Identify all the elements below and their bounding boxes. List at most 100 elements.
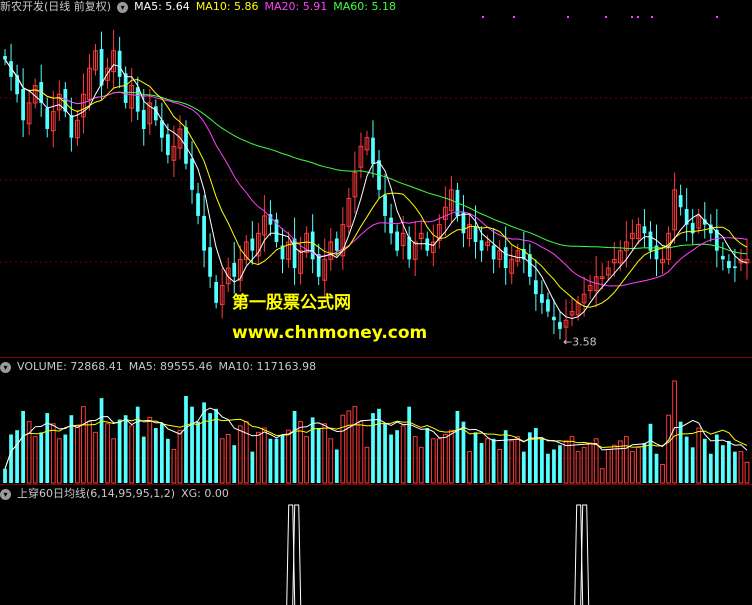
- volume-bar-up: [177, 429, 183, 484]
- volume-bar-up: [449, 429, 454, 484]
- volume-bar-down: [491, 438, 496, 483]
- candle-body-down: [733, 266, 737, 269]
- volume-bar-down: [316, 428, 321, 483]
- volume-bar-up: [256, 431, 261, 484]
- volume-bar-down: [546, 453, 550, 483]
- volume-bar-up: [87, 421, 92, 484]
- volume-bar-up: [50, 423, 56, 484]
- volume-bar-down: [99, 398, 104, 483]
- volume-bar-down: [678, 421, 683, 483]
- candle-body-down: [720, 255, 725, 260]
- volume-bar-up: [467, 451, 472, 484]
- volume-bar-down: [395, 430, 399, 483]
- signal-dot: [631, 16, 633, 18]
- candle-body-down: [533, 280, 538, 295]
- candle-body-down: [166, 134, 170, 156]
- volume-bar-up: [129, 425, 135, 484]
- candle-body-down: [232, 262, 237, 277]
- volume-bar-up: [171, 448, 177, 484]
- volume-bar-down: [455, 410, 460, 483]
- candle-body-down: [395, 231, 399, 251]
- volume-bar-down: [533, 428, 538, 483]
- candle-body-down: [540, 294, 544, 303]
- indicator-header: ▾ 上穿60日均线(6,14,95,95,1,2) XG: 0.00: [0, 487, 229, 501]
- volume-bar-down: [383, 423, 387, 483]
- volume-bar-up: [286, 429, 291, 484]
- candle-body-down: [3, 55, 7, 60]
- volume-bar-up: [225, 433, 231, 484]
- panel-separator-1: [0, 357, 752, 358]
- candle-body-down: [190, 158, 194, 190]
- candle-body-down: [558, 321, 562, 329]
- volume-bar-down: [274, 438, 279, 483]
- volume-bar-up: [364, 446, 370, 484]
- chevron-down-icon[interactable]: ▾: [0, 361, 11, 373]
- volume-bar-down: [268, 438, 273, 483]
- candle-body-down: [552, 316, 556, 321]
- candle-body-down: [727, 261, 731, 269]
- volume-bar-up: [744, 461, 750, 484]
- signal-dot: [482, 16, 484, 18]
- volume-bar-down: [334, 449, 339, 483]
- candle-body-down: [69, 115, 74, 138]
- candle-body-down: [546, 299, 550, 312]
- volume-bar-down: [123, 415, 128, 483]
- candle-body-down: [292, 238, 297, 269]
- volume-bar-down: [232, 445, 237, 483]
- volume-bar-up: [563, 440, 569, 484]
- candle-body-down: [371, 137, 375, 164]
- volume-bar-down: [184, 395, 188, 483]
- signal-dot: [651, 16, 653, 18]
- low-price-label: ←3.58: [563, 335, 597, 348]
- stock-chart[interactable]: ←3.58: [0, 0, 752, 605]
- volume-bar-up: [352, 406, 358, 484]
- volume-bar-down: [654, 453, 659, 483]
- ma20-line: [4, 59, 748, 287]
- volume-bar-down: [708, 453, 713, 483]
- volume-bar-down: [63, 434, 68, 483]
- volume-bar-down: [310, 417, 315, 483]
- volume-bar-down: [3, 468, 7, 483]
- volume-ma5-line: [4, 407, 748, 469]
- volume-bar-up: [400, 425, 406, 484]
- volume-bar-down: [250, 451, 255, 483]
- volume-bar-up: [696, 427, 702, 484]
- volume-bar-up: [111, 438, 116, 484]
- volume-bar-down: [196, 421, 200, 483]
- volume-bar-up: [237, 425, 243, 484]
- candle-body-down: [202, 215, 206, 251]
- volume-bar-up: [105, 423, 110, 484]
- volume-bar-down: [684, 436, 689, 483]
- volume-bar-down: [727, 440, 731, 483]
- volume-bar-up: [32, 436, 38, 484]
- candle-body-down: [389, 217, 393, 234]
- candle-body-down: [642, 226, 647, 234]
- chevron-down-icon[interactable]: ▾: [0, 488, 11, 500]
- volume-bar-down: [280, 434, 285, 483]
- panel-separator-2: [0, 484, 752, 485]
- volume-bar-up: [672, 380, 677, 484]
- volume-bar-up: [630, 451, 635, 484]
- volume-bar-down: [407, 406, 412, 483]
- candle-body-down: [15, 75, 19, 95]
- volume-bar-up: [515, 436, 521, 484]
- volume-bar-down: [558, 445, 562, 483]
- indicator-xg-value: XG: 0.00: [181, 487, 229, 500]
- volume-bar-down: [473, 432, 478, 483]
- candle-body-down: [383, 195, 387, 216]
- volume-bar-up: [346, 410, 352, 484]
- volume-ma5-value: MA5: 89555.46: [128, 360, 213, 373]
- volume-bar-down: [153, 428, 158, 483]
- candle-body-down: [208, 247, 212, 277]
- volume-bar-down: [714, 434, 719, 483]
- signal-dot: [637, 16, 639, 18]
- volume-bar-up: [636, 446, 641, 484]
- volume-ma10-value: MA10: 117163.98: [218, 360, 317, 373]
- volume-bar-up: [81, 406, 86, 484]
- indicator-title: 上穿60日均线(6,14,95,95,1,2): [17, 487, 176, 500]
- signal-dot: [567, 16, 569, 18]
- volume-bar-up: [660, 463, 665, 484]
- candle-body-down: [425, 238, 430, 251]
- candle-body-down: [45, 108, 50, 129]
- volume-bar-down: [648, 423, 653, 483]
